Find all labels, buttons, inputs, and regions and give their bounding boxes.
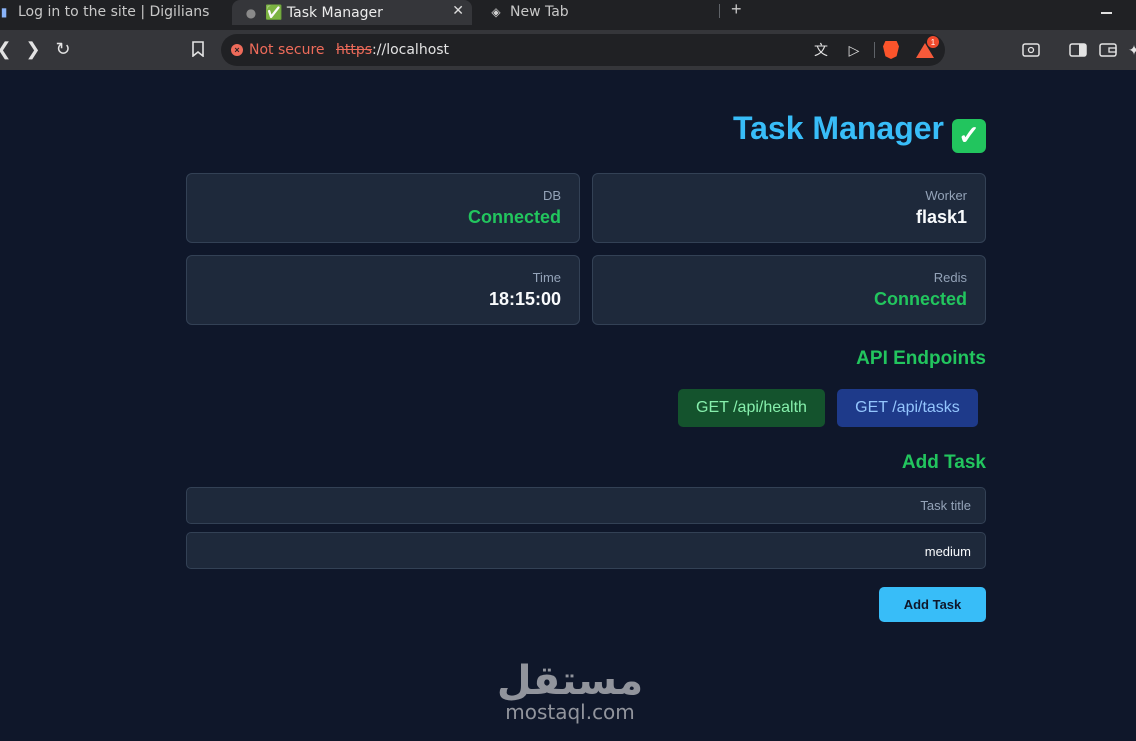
stat-value: 18:15:00 [488,289,561,309]
new-tab-button[interactable]: + [731,0,742,20]
stat-value: Connected [467,207,561,227]
security-indicator[interactable]: Not secure [249,42,325,58]
send-icon[interactable]: ▷ [844,40,864,60]
tab-task-manager[interactable]: ● ✅ Task Manager ✕ [232,0,472,25]
browser-toolbar: ❮ ❯ ↻ × Not secure https://localhost 文 ▷… [0,30,1136,70]
close-tab-icon[interactable]: ✕ [452,3,464,19]
site-favicon-icon: ▮ [0,5,8,19]
add-task-button[interactable]: Add Task [879,587,986,622]
address-divider [874,42,875,58]
browser-tab-strip: ▮ Log in to the site | Digilians ● ✅ Tas… [0,0,1136,30]
tab-new-tab[interactable]: ◈ New Tab [478,0,718,24]
check-mark-icon: ✓ [952,118,986,153]
forward-icon[interactable]: ❯ [22,38,44,60]
bookmark-icon[interactable] [187,38,209,60]
get-health-button[interactable]: GET /api/health [678,389,825,427]
priority-selected-value: medium [924,544,971,559]
stat-label: DB [542,188,561,203]
leo-ai-icon[interactable]: ✦ [1124,40,1136,60]
api-endpoints-heading: API Endpoints [856,348,986,369]
brave-shields-icon[interactable] [881,40,901,60]
not-secure-icon: × [231,44,243,56]
task-title-field [186,487,986,524]
url-text[interactable]: https://localhost [336,42,449,58]
stat-label: Worker [925,188,967,203]
search-tabs-icon[interactable] [1021,40,1041,60]
stat-label: Redis [933,270,967,285]
url-host: ://localhost [372,42,450,58]
tab-digilians[interactable]: ▮ Log in to the site | Digilians [0,0,228,24]
db-status-card: DB Connected [186,173,580,243]
watermark-arabic: مستقل [496,658,644,704]
tab-title: Log in to the site | Digilians [18,4,210,20]
back-icon[interactable]: ❮ [0,38,15,60]
priority-select[interactable]: medium [186,532,986,569]
worker-status-card: Worker flask1 [592,173,986,243]
add-task-heading: Add Task [901,452,986,473]
get-tasks-button[interactable]: GET /api/tasks [837,389,978,427]
rewards-badge: 1 [927,36,939,48]
mostaql-watermark: مستقل mostaql.com [470,660,670,724]
brave-shield-icon: ◈ [491,5,501,19]
globe-icon: ● [245,5,257,20]
stat-value: Connected [873,289,967,309]
task-title-input[interactable] [187,488,985,523]
page-title: Task Manager ✓ [733,110,986,153]
stat-label: Time [532,270,561,285]
tab-title: ✅ Task Manager [265,4,383,21]
page-title-text: Task Manager [732,110,944,146]
redis-status-card: Redis Connected [592,255,986,325]
task-manager-page: Task Manager ✓ DB Connected Worker flask1… [0,70,1136,741]
tab-title: New Tab [510,4,569,20]
time-status-card: Time 18:15:00 [186,255,580,325]
minimize-window-icon[interactable] [1101,12,1112,14]
address-bar[interactable]: × Not secure https://localhost 文 ▷ 1 [221,34,945,66]
translate-icon[interactable]: 文 [811,40,831,60]
sidebar-icon[interactable] [1068,40,1088,60]
reload-icon[interactable]: ↻ [52,38,74,60]
stat-value: flask1 [915,207,967,227]
url-scheme: https [336,42,373,58]
tab-divider [719,4,720,18]
wallet-icon[interactable] [1098,40,1118,60]
